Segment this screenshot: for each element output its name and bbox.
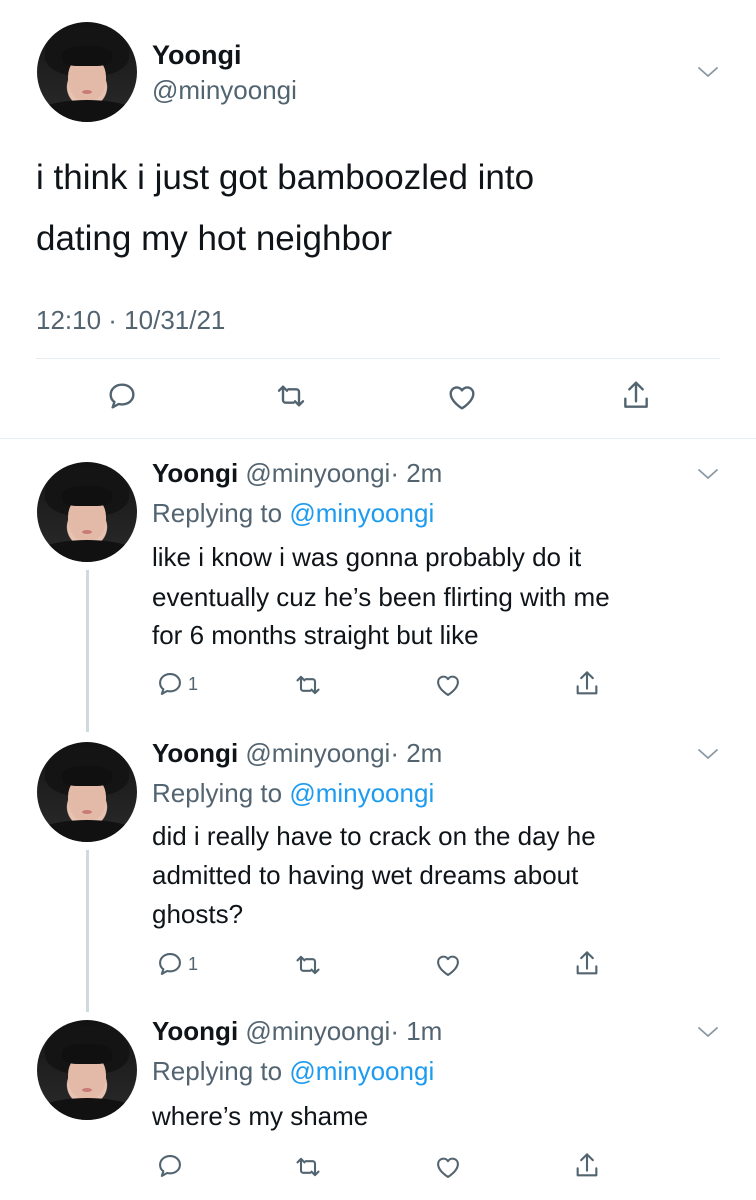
display-name[interactable]: Yoongi: [152, 738, 238, 768]
share-button[interactable]: [573, 668, 601, 700]
chevron-down-icon[interactable]: [696, 742, 720, 766]
retweet-button[interactable]: [293, 951, 323, 979]
retweet-icon: [296, 675, 320, 695]
share-button[interactable]: [573, 948, 601, 980]
replying-to-label: Replying to: [152, 778, 283, 808]
reply-button[interactable]: 1: [156, 950, 198, 978]
share-icon: [576, 671, 598, 695]
replying-to-label: Replying to: [152, 498, 283, 528]
thread-line: [86, 850, 89, 1012]
avatar[interactable]: [37, 742, 137, 842]
chevron-down-icon[interactable]: [696, 60, 720, 84]
tweet-text-line-1: did i really have to crack on the day he: [152, 821, 596, 851]
retweet-button[interactable]: [293, 1153, 323, 1181]
avatar[interactable]: [37, 462, 137, 562]
replying-to: Replying to @minyoongi: [152, 498, 434, 529]
tweet-text-line-2: eventually cuz he’s been flirting with m…: [152, 582, 610, 612]
reply-count: 1: [188, 673, 199, 694]
replying-to-link[interactable]: @minyoongi: [289, 1056, 434, 1086]
like-icon: [437, 955, 459, 976]
share-button[interactable]: [620, 378, 652, 414]
retweet-button[interactable]: [293, 671, 323, 699]
thread-line: [86, 570, 89, 732]
tweet-text-line-2: admitted to having wet dreams about: [152, 860, 579, 890]
retweet-button[interactable]: [274, 380, 308, 412]
display-name[interactable]: Yoongi: [152, 458, 238, 488]
tweet-time[interactable]: · 2m: [390, 738, 442, 768]
reply-icon: [159, 673, 181, 695]
like-icon: [437, 675, 459, 696]
like-icon: [449, 386, 475, 410]
tweet-text-line-2: dating my hot neighbor: [36, 219, 393, 258]
replying-to-label: Replying to: [152, 1056, 283, 1086]
divider: [36, 358, 720, 359]
tweet-timestamp[interactable]: 12:10 · 10/31/21: [36, 305, 225, 336]
handle[interactable]: @minyoongi: [152, 75, 297, 106]
like-button[interactable]: [433, 951, 463, 979]
like-icon: [437, 1157, 459, 1178]
reply-count: 1: [188, 953, 199, 974]
replying-to-link[interactable]: @minyoongi: [289, 498, 434, 528]
reply-header: Yoongi @minyoongi· 2m: [152, 458, 442, 489]
chevron-down-icon[interactable]: [696, 1020, 720, 1044]
replying-to: Replying to @minyoongi: [152, 778, 434, 809]
display-name[interactable]: Yoongi: [152, 1016, 238, 1046]
like-button[interactable]: [433, 671, 463, 699]
tweet-text-line-1: i think i just got bamboozled into: [36, 158, 535, 197]
handle[interactable]: @minyoongi: [245, 1016, 390, 1046]
tweet-text-line-1: where’s my shame: [152, 1101, 369, 1131]
replying-to: Replying to @minyoongi: [152, 1056, 434, 1087]
share-icon: [576, 1153, 598, 1177]
share-icon: [576, 951, 598, 975]
share-button[interactable]: [573, 1150, 601, 1182]
avatar[interactable]: [37, 1020, 137, 1120]
reply-button[interactable]: [106, 380, 138, 412]
tweet-text-line-3: for 6 months straight but like: [152, 620, 479, 650]
like-button[interactable]: [433, 1153, 463, 1181]
retweet-icon: [296, 955, 320, 975]
chevron-down-icon[interactable]: [696, 462, 720, 486]
tweet-text-line-3: ghosts?: [152, 899, 244, 929]
display-name[interactable]: Yoongi: [152, 40, 241, 71]
tweet-time[interactable]: · 2m: [390, 458, 442, 488]
retweet-icon: [296, 1157, 320, 1177]
reply-header: Yoongi @minyoongi· 2m: [152, 738, 442, 769]
reply-icon: [159, 953, 181, 975]
reply-icon: [159, 1155, 181, 1177]
reply-button[interactable]: [156, 1152, 184, 1180]
tweet-time[interactable]: · 1m: [390, 1016, 442, 1046]
section-divider: [0, 438, 756, 439]
tweet-text-line-1: like i know i was gonna probably do it: [152, 542, 582, 572]
reply-header: Yoongi @minyoongi· 1m: [152, 1016, 442, 1047]
reply-button[interactable]: 1: [156, 670, 198, 698]
avatar[interactable]: [37, 22, 137, 122]
handle[interactable]: @minyoongi: [245, 738, 390, 768]
like-button[interactable]: [445, 381, 479, 413]
handle[interactable]: @minyoongi: [245, 458, 390, 488]
replying-to-link[interactable]: @minyoongi: [289, 778, 434, 808]
reply-icon: [109, 383, 135, 409]
share-icon: [624, 381, 648, 408]
retweet-icon: [277, 385, 305, 407]
